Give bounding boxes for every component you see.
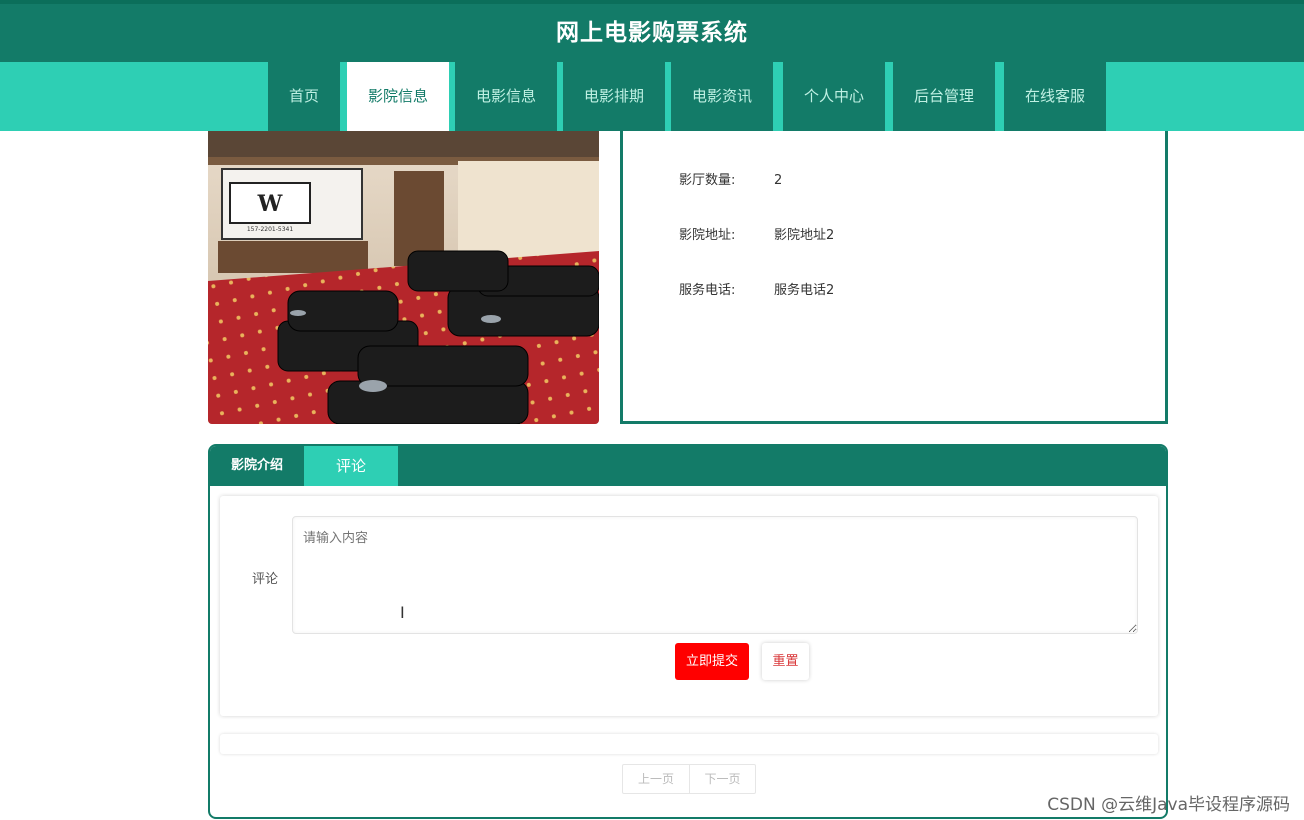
address-label: 影院地址: <box>679 228 736 243</box>
cinema-info-panel: 影厅数量: 2 影院地址: 影院地址2 服务电话: 服务电话2 <box>620 131 1168 424</box>
phone-value: 服务电话2 <box>774 283 835 298</box>
site-title: 网上电影购票系统 <box>556 20 748 46</box>
tab-comments[interactable]: 评论 <box>304 446 398 486</box>
next-page-button[interactable]: 下一页 <box>689 765 755 793</box>
watermark: CSDN @云维Java毕设程序源码 <box>1047 795 1290 815</box>
phone-label: 服务电话: <box>679 283 736 298</box>
submit-button[interactable]: 立即提交 <box>675 643 749 680</box>
detail-tabs-panel: 影院介绍 评论 评论 立即提交 重置 上一页 下一页 <box>208 444 1168 819</box>
comment-form-card: 评论 立即提交 重置 <box>220 496 1158 716</box>
prev-page-button[interactable]: 上一页 <box>623 765 689 793</box>
address-value: 影院地址2 <box>774 228 835 243</box>
text-cursor-icon: I <box>400 603 405 622</box>
halls-label: 影厅数量: <box>679 173 736 188</box>
nav-item-online-service[interactable]: 在线客服 <box>1004 62 1106 131</box>
nav-item-user-center[interactable]: 个人中心 <box>783 62 885 131</box>
nav-item-schedule[interactable]: 电影排期 <box>563 62 665 131</box>
comment-list <box>220 734 1158 754</box>
reset-button[interactable]: 重置 <box>762 643 809 680</box>
comment-input[interactable] <box>292 516 1138 634</box>
info-row-phone: 服务电话: 服务电话2 <box>679 279 834 298</box>
comment-label: 评论 <box>252 572 279 587</box>
nav-item-home[interactable]: 首页 <box>268 62 340 131</box>
tab-cinema-intro[interactable]: 影院介绍 <box>210 446 304 486</box>
tabs-bar: 影院介绍 评论 <box>210 446 1166 486</box>
cinema-poster-image: W 157-2201-5341 <box>208 131 599 424</box>
pagination: 上一页 下一页 <box>622 764 756 794</box>
halls-value: 2 <box>774 173 783 188</box>
main-nav: 首页 影院信息 电影信息 电影排期 电影资讯 个人中心 后台管理 在线客服 <box>0 62 1304 131</box>
nav-item-news[interactable]: 电影资讯 <box>671 62 773 131</box>
site-header: 网上电影购票系统 <box>0 4 1304 62</box>
info-row-halls: 影厅数量: 2 <box>679 169 782 188</box>
nav-item-admin[interactable]: 后台管理 <box>893 62 995 131</box>
svg-text:W: W <box>257 191 283 217</box>
nav-item-cinema-info[interactable]: 影院信息 <box>347 62 449 131</box>
nav-item-movie-info[interactable]: 电影信息 <box>455 62 557 131</box>
poster-phone-text: 157-2201-5341 <box>247 226 294 233</box>
info-row-address: 影院地址: 影院地址2 <box>679 224 834 243</box>
